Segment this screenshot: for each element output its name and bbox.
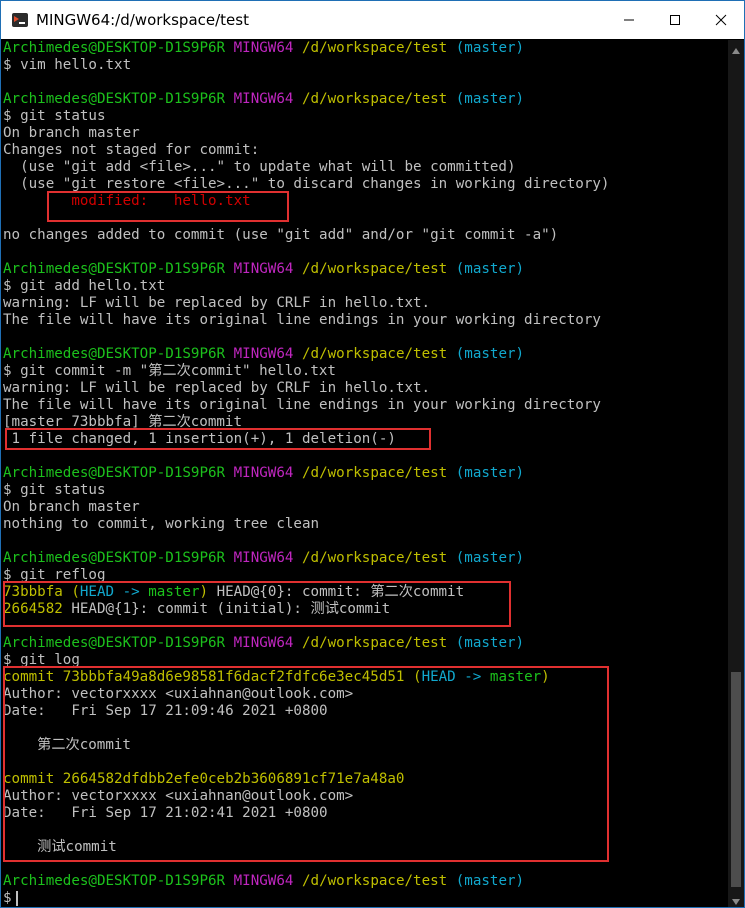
prompt-env: MINGW64 — [233, 550, 294, 566]
prompt-path: /d/workspace/test — [301, 873, 448, 889]
prompt-path: /d/workspace/test — [301, 346, 448, 362]
highlight-log-box — [3, 666, 609, 862]
prompt-line: Archimedes@DESKTOP-D1S9P6R MINGW64 /d/wo… — [3, 550, 729, 567]
prompt-branch: (master) — [455, 91, 525, 107]
prompt-path: /d/workspace/test — [301, 91, 448, 107]
prompt-env: MINGW64 — [233, 873, 294, 889]
prompt-env: MINGW64 — [233, 346, 294, 362]
output-line: The file will have its original line end… — [3, 397, 601, 413]
prompt-user: Archimedes@DESKTOP-D1S9P6R — [3, 346, 226, 362]
output-line: warning: LF will be replaced by CRLF in … — [3, 295, 431, 311]
prompt-branch: (master) — [455, 346, 525, 362]
prompt-user: Archimedes@DESKTOP-D1S9P6R — [3, 550, 226, 566]
prompt-branch: (master) — [455, 465, 525, 481]
command-line: $ git status — [3, 108, 106, 124]
prompt-line: Archimedes@DESKTOP-D1S9P6R MINGW64 /d/wo… — [3, 635, 729, 652]
output-line: nothing to commit, working tree clean — [3, 516, 320, 532]
close-icon — [715, 11, 727, 30]
prompt-branch: (master) — [455, 873, 525, 889]
maximize-button[interactable] — [652, 1, 698, 39]
prompt-line: Archimedes@DESKTOP-D1S9P6R MINGW64 /d/wo… — [3, 346, 729, 363]
scroll-up-button[interactable] — [728, 40, 744, 57]
prompt-line: Archimedes@DESKTOP-D1S9P6R MINGW64 /d/wo… — [3, 465, 729, 482]
output-line: On branch master — [3, 125, 140, 141]
prompt-user: Archimedes@DESKTOP-D1S9P6R — [3, 261, 226, 277]
minimize-button[interactable] — [606, 1, 652, 39]
vertical-scrollbar[interactable] — [728, 40, 744, 907]
prompt-line: Archimedes@DESKTOP-D1S9P6R MINGW64 /d/wo… — [3, 873, 729, 890]
prompt-env: MINGW64 — [233, 261, 294, 277]
command-line: $ vim hello.txt — [3, 57, 132, 73]
prompt-env: MINGW64 — [233, 465, 294, 481]
prompt-env: MINGW64 — [233, 635, 294, 651]
minimize-icon — [623, 11, 635, 30]
highlight-modified-box — [47, 191, 289, 222]
prompt-path: /d/workspace/test — [301, 635, 448, 651]
prompt-path: /d/workspace/test — [301, 465, 448, 481]
command-line: $ git status — [3, 482, 106, 498]
highlight-reflog-box — [3, 581, 511, 627]
prompt-line: Archimedes@DESKTOP-D1S9P6R MINGW64 /d/wo… — [3, 91, 729, 108]
prompt-user: Archimedes@DESKTOP-D1S9P6R — [3, 873, 226, 889]
prompt-line: Archimedes@DESKTOP-D1S9P6R MINGW64 /d/wo… — [3, 40, 729, 57]
command-line: $ git add hello.txt — [3, 278, 166, 294]
close-button[interactable] — [698, 1, 744, 39]
output-line: Changes not staged for commit: — [3, 142, 260, 158]
scroll-down-arrow-icon — [732, 890, 740, 907]
scroll-down-button[interactable] — [728, 890, 744, 907]
input-line[interactable]: $ — [3, 890, 729, 907]
prompt-env: MINGW64 — [233, 40, 294, 56]
prompt-branch: (master) — [455, 40, 525, 56]
git-bash-icon — [11, 11, 29, 29]
window-title: MINGW64:/d/workspace/test — [36, 11, 249, 29]
scroll-thumb[interactable] — [731, 672, 741, 887]
prompt-line: Archimedes@DESKTOP-D1S9P6R MINGW64 /d/wo… — [3, 261, 729, 278]
output-line: The file will have its original line end… — [3, 312, 601, 328]
highlight-commit-summary-box — [5, 428, 431, 450]
terminal-window: MINGW64:/d/workspace/test Archimedes@DES… — [0, 0, 745, 908]
output-line: (use "git add <file>..." to update what … — [3, 159, 516, 175]
output-line: warning: LF will be replaced by CRLF in … — [3, 380, 431, 396]
input-prompt: $ — [3, 890, 12, 906]
text-cursor — [15, 890, 18, 906]
output-line: no changes added to commit (use "git add… — [3, 227, 559, 243]
prompt-path: /d/workspace/test — [301, 261, 448, 277]
prompt-path: /d/workspace/test — [301, 550, 448, 566]
command-line: $ git commit -m "第二次commit" hello.txt — [3, 363, 336, 379]
output-line: On branch master — [3, 499, 140, 515]
title-bar[interactable]: MINGW64:/d/workspace/test — [1, 1, 744, 39]
prompt-user: Archimedes@DESKTOP-D1S9P6R — [3, 40, 226, 56]
scroll-up-arrow-icon — [732, 39, 740, 58]
prompt-user: Archimedes@DESKTOP-D1S9P6R — [3, 91, 226, 107]
prompt-branch: (master) — [455, 550, 525, 566]
prompt-path: /d/workspace/test — [301, 40, 448, 56]
prompt-branch: (master) — [455, 261, 525, 277]
prompt-user: Archimedes@DESKTOP-D1S9P6R — [3, 635, 226, 651]
prompt-branch: (master) — [455, 635, 525, 651]
window-controls — [606, 1, 744, 39]
maximize-icon — [669, 11, 681, 30]
prompt-user: Archimedes@DESKTOP-D1S9P6R — [3, 465, 226, 481]
prompt-env: MINGW64 — [233, 91, 294, 107]
